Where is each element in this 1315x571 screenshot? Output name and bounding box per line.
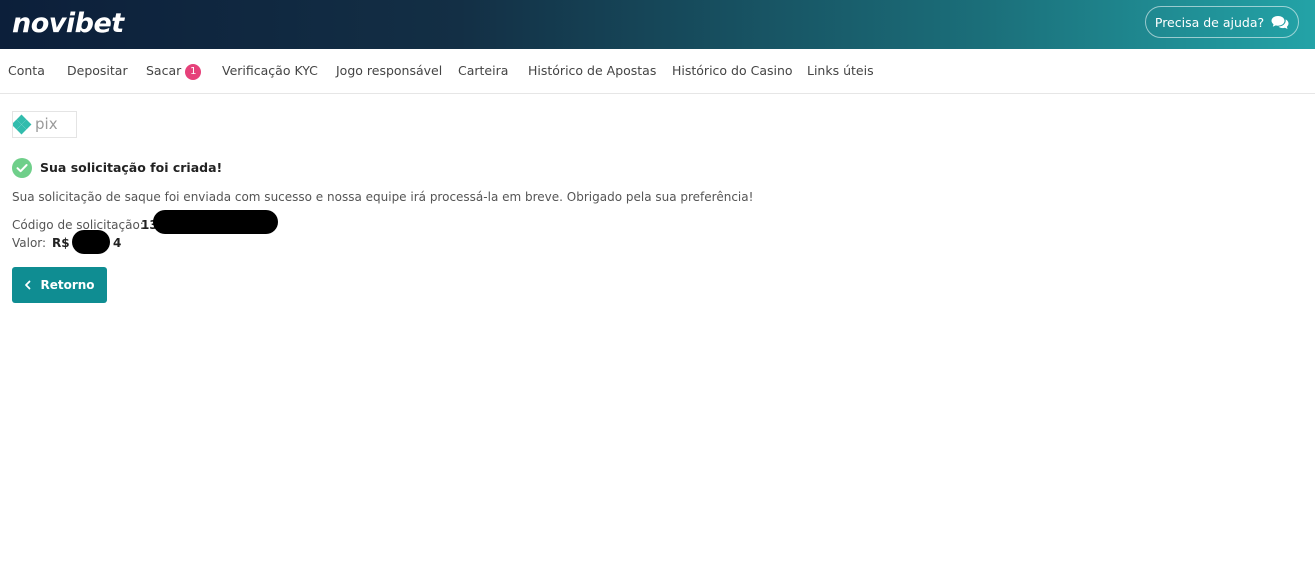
chat-bubbles-icon [1271, 15, 1289, 29]
check-circle-icon [12, 158, 32, 178]
nav-item-label: Histórico de Apostas [528, 63, 657, 78]
redaction-mark [153, 210, 278, 234]
nav-item-label: Depositar [67, 63, 128, 78]
pix-logo-text: pix [35, 115, 58, 133]
novibet-logo[interactable]: novibet [12, 7, 124, 41]
nav-item-jogo-responsavel[interactable]: Jogo responsável [336, 49, 442, 93]
top-header-bar: novibet Precisa de ajuda? [0, 0, 1315, 49]
nav-item-carteira[interactable]: Carteira [458, 49, 508, 93]
amount-currency: R$ [52, 236, 70, 250]
amount-value-tail: 4 [113, 236, 122, 250]
chevron-left-icon [25, 280, 31, 290]
nav-item-links-uteis[interactable]: Links úteis [807, 49, 874, 93]
success-message: Sua solicitação de saque foi enviada com… [12, 190, 754, 204]
success-title: Sua solicitação foi criada! [40, 160, 223, 175]
back-button[interactable]: Retorno [12, 267, 107, 303]
nav-item-sacar[interactable]: Sacar 1 [146, 49, 202, 93]
nav-item-label: Sacar [146, 63, 182, 78]
nav-item-historico-apostas[interactable]: Histórico de Apostas [528, 49, 656, 93]
back-button-label: Retorno [40, 278, 95, 292]
nav-item-label: Conta [8, 63, 45, 78]
help-button-label: Precisa de ajuda? [1154, 14, 1265, 30]
help-button[interactable]: Precisa de ajuda? [1145, 6, 1299, 38]
nav-item-label: Jogo responsável [336, 63, 443, 78]
nav-item-conta[interactable]: Conta [8, 49, 45, 93]
redaction-mark [72, 230, 110, 254]
nav-item-historico-casino[interactable]: Histórico do Casino [672, 49, 793, 93]
nav-item-label: Links úteis [807, 63, 874, 78]
nav-item-verificacao-kyc[interactable]: Verificação KYC [222, 49, 318, 93]
nav-item-label: Verificação KYC [222, 63, 318, 78]
nav-item-label: Carteira [458, 63, 509, 78]
pix-logo: pix [11, 111, 77, 138]
nav-item-label: Histórico do Casino [672, 63, 793, 78]
account-nav: Conta Depositar Sacar 1 Verificação KYC J… [0, 49, 1315, 94]
amount-label: Valor: [12, 236, 47, 250]
nav-item-depositar[interactable]: Depositar [67, 49, 128, 93]
sacar-count-badge: 1 [185, 64, 202, 80]
